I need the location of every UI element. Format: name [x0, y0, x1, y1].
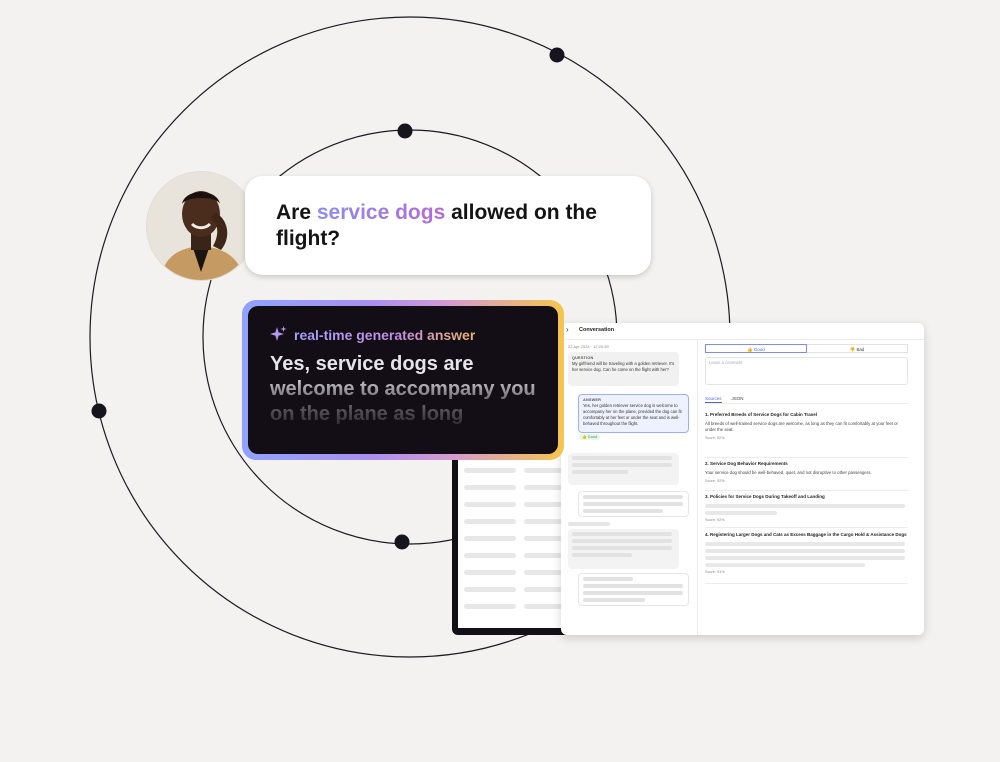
feedback-chip: 👍 Good	[579, 434, 601, 440]
rate-bad-button[interactable]: 👎 Bad	[807, 344, 908, 353]
thumbs-up-icon: 👍	[747, 347, 753, 352]
rate-good-button[interactable]: 👍 Good	[705, 344, 807, 353]
user-avatar	[146, 171, 256, 281]
orbit-dot	[394, 534, 410, 550]
panel-header: › Conversation	[561, 323, 924, 340]
tab-bar: Sources JSON	[705, 394, 908, 404]
details-pane: 👍 Good 👎 Bad Leave a comment Sources JSO…	[698, 339, 924, 635]
panel-title: Conversation	[579, 327, 615, 333]
tab-sources[interactable]: Sources	[705, 394, 722, 403]
source-item[interactable]: 1. Preferred Breeds of Service Dogs for …	[705, 412, 908, 458]
orbit-dot	[397, 123, 413, 139]
sparkle-icon	[270, 326, 287, 341]
source-item[interactable]: 2. Service Dog Behavior Requirements You…	[705, 457, 908, 491]
placeholder-message	[568, 453, 679, 485]
question-message: QUESTION My girlfriend will be traveling…	[568, 352, 679, 386]
answer-message[interactable]: ANSWER Yes, her golden retriever service…	[578, 394, 689, 433]
answer-text: Yes, service dogs are welcome to accompa…	[270, 353, 536, 425]
thumbs-down-icon: 👎	[849, 347, 856, 352]
question-highlight: service dogs	[316, 201, 446, 224]
source-item[interactable]: 4. Registering Larger Dogs and Cats as E…	[705, 527, 908, 584]
orbit-dot	[549, 47, 565, 63]
conversation-thread: 22 Apr 2024 · 12:20:59 QUESTION My girlf…	[561, 339, 697, 635]
placeholder-message	[568, 529, 679, 569]
answer-card: real-time generated answer Yes, service …	[242, 300, 564, 460]
question-bubble: Are service dogs allowed on the flight?	[245, 176, 651, 275]
comment-field[interactable]: Leave a comment	[705, 357, 908, 385]
answer-label: real-time generated answer	[270, 326, 540, 343]
conversation-panel: › Conversation 22 Apr 2024 · 12:20:59 QU…	[561, 323, 924, 635]
placeholder-message	[578, 491, 689, 517]
tab-json[interactable]: JSON	[732, 394, 744, 403]
placeholder-message	[578, 573, 689, 606]
question-text: Are service dogs allowed on the flight?	[276, 201, 597, 250]
rating-toggle: 👍 Good 👎 Bad	[705, 344, 908, 353]
chevron-icon[interactable]: ›	[566, 325, 569, 334]
timestamp: 22 Apr 2024 · 12:20:59	[568, 344, 609, 349]
source-item[interactable]: 3. Policies for Service Dogs During Take…	[705, 490, 908, 528]
orbit-dot	[91, 403, 107, 419]
